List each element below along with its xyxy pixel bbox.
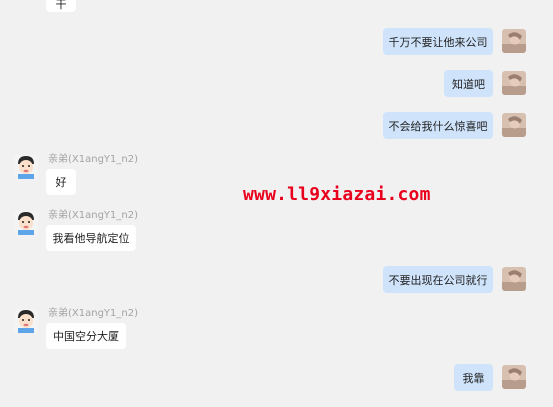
self-avatar[interactable] — [502, 71, 526, 95]
message-text: 好 — [55, 176, 67, 189]
message-bubble[interactable]: 我靠 — [454, 364, 493, 391]
self-avatar-image — [502, 113, 526, 137]
message-bubble[interactable]: 好 — [46, 169, 76, 195]
self-avatar[interactable] — [502, 29, 526, 53]
message-text: 千万不要让他来公司 — [388, 35, 488, 49]
message-bubble[interactable]: 中国空分大厦 — [46, 323, 126, 349]
contact-avatar-image — [14, 155, 38, 179]
message-text: 干 — [55, 0, 67, 11]
message-text: 不会给我什么惊喜吧 — [388, 119, 488, 133]
contact-avatar[interactable] — [14, 155, 38, 179]
self-avatar-image — [502, 71, 526, 95]
message-bubble[interactable]: 我看他导航定位 — [46, 225, 136, 251]
watermark: www.ll9xiazai.com — [243, 184, 431, 205]
message-bubble[interactable]: 干 — [46, 0, 76, 12]
contact-avatar[interactable] — [14, 309, 38, 333]
self-avatar[interactable] — [502, 113, 526, 137]
sender-name: 亲弟(X1angY1_n2) — [48, 154, 138, 165]
sender-name: 亲弟(X1angY1_n2) — [48, 308, 138, 319]
message-bubble[interactable]: 不会给我什么惊喜吧 — [383, 112, 493, 139]
self-avatar-image — [502, 29, 526, 53]
message-text: 我看他导航定位 — [52, 232, 130, 245]
message-bubble[interactable]: 不要出现在公司就行 — [383, 266, 493, 293]
message-text: 我靠 — [462, 371, 485, 385]
contact-avatar[interactable] — [14, 211, 38, 235]
sender-name: 亲弟(X1angY1_n2) — [48, 210, 138, 221]
message-bubble[interactable]: 千万不要让他来公司 — [383, 28, 493, 55]
message-text: 知道吧 — [452, 77, 485, 91]
message-bubble[interactable]: 知道吧 — [444, 70, 493, 97]
self-avatar-image — [502, 267, 526, 291]
contact-avatar-image — [14, 211, 38, 235]
contact-avatar-image — [14, 309, 38, 333]
self-avatar-image — [502, 365, 526, 389]
self-avatar[interactable] — [502, 365, 526, 389]
self-avatar[interactable] — [502, 267, 526, 291]
message-text: 不要出现在公司就行 — [388, 273, 488, 287]
message-text: 中国空分大厦 — [53, 330, 119, 343]
